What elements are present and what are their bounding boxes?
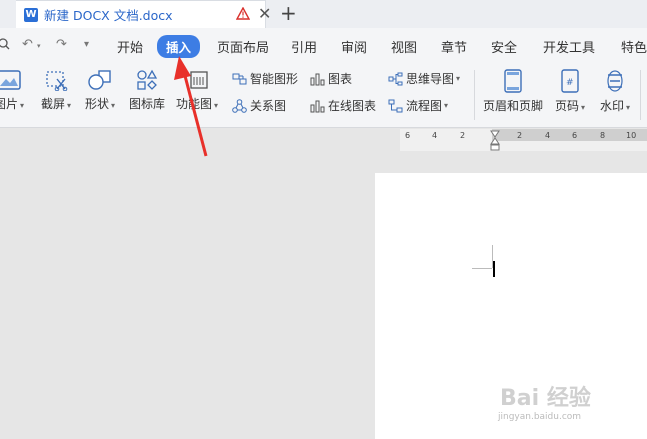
quick-access-dropdown-icon[interactable]: ▾ bbox=[84, 39, 89, 50]
ruler-number: 4 bbox=[432, 131, 438, 140]
tab-bar: W 新建 DOCX 文档.docx ✕ + bbox=[0, 0, 647, 28]
tab-section[interactable]: 章节 bbox=[441, 37, 467, 56]
search-icon[interactable] bbox=[0, 37, 10, 55]
tab-features[interactable]: 特色 bbox=[621, 37, 647, 56]
screenshot-label: 截屏 bbox=[40, 97, 65, 111]
icon-library-button[interactable]: 图标库 bbox=[128, 69, 166, 112]
menu-bar: ↶ ▾ ↷ ▾ 开始 插入 页面布局 引用 审阅 视图 章节 安全 开发工具 特… bbox=[0, 28, 647, 62]
relation-chart-button[interactable]: 关系图 bbox=[232, 97, 286, 114]
tab-page-layout[interactable]: 页面布局 bbox=[217, 37, 269, 56]
icon-library-icon bbox=[137, 69, 158, 90]
baidu-watermark-url: jingyan.baidu.com bbox=[498, 412, 582, 422]
ribbon-divider bbox=[474, 70, 475, 120]
tab-insert[interactable]: 插入 bbox=[157, 35, 201, 58]
relation-chart-label: 关系图 bbox=[250, 99, 287, 113]
screenshot-button[interactable]: 截屏 ▾ bbox=[38, 69, 74, 112]
ruler-number: 6 bbox=[572, 131, 578, 140]
tab-review[interactable]: 审阅 bbox=[341, 37, 367, 56]
online-chart-label: 在线图表 bbox=[328, 99, 377, 113]
shapes-button[interactable]: 形状 ▾ bbox=[82, 69, 118, 112]
watermark-button[interactable]: 水印 ▾ bbox=[597, 69, 633, 114]
tab-security[interactable]: 安全 bbox=[491, 37, 517, 56]
function-chart-label: 功能图 bbox=[176, 97, 213, 111]
function-chart-icon bbox=[190, 71, 208, 89]
picture-icon bbox=[0, 70, 21, 90]
wps-writer-window: { "tab": { "title": "新建 DOCX 文档.docx", "… bbox=[0, 0, 647, 439]
watermark-icon bbox=[607, 70, 623, 92]
smart-shape-label: 智能图形 bbox=[250, 72, 299, 86]
tab-view[interactable]: 视图 bbox=[391, 37, 417, 56]
redo-icon[interactable]: ↷ bbox=[56, 37, 67, 52]
tab-developer[interactable]: 开发工具 bbox=[543, 37, 595, 56]
insert-picture-button[interactable]: 图片▾ bbox=[0, 69, 26, 112]
close-tab-icon[interactable]: ✕ bbox=[258, 5, 271, 23]
ruler-number: 6 bbox=[405, 131, 411, 140]
undo-icon[interactable]: ↶ bbox=[22, 37, 33, 52]
margin-corner-mark bbox=[472, 268, 492, 269]
header-footer-button[interactable]: 页眉和页脚 bbox=[482, 69, 544, 114]
screenshot-icon bbox=[46, 71, 68, 91]
function-chart-button[interactable]: 功能图 ▾ bbox=[176, 69, 218, 112]
relation-chart-icon bbox=[232, 98, 247, 113]
ruler-number: 8 bbox=[600, 131, 606, 140]
svg-text:#: # bbox=[566, 78, 574, 88]
smart-shape-icon bbox=[232, 73, 247, 84]
picture-label: 图片 bbox=[0, 97, 18, 111]
document-tab-title: 新建 DOCX 文档.docx bbox=[44, 8, 173, 23]
header-footer-icon bbox=[504, 69, 522, 93]
ruler-number: 4 bbox=[545, 131, 551, 140]
tab-start[interactable]: 开始 bbox=[117, 37, 143, 56]
mind-map-icon bbox=[388, 72, 403, 85]
shapes-icon bbox=[88, 70, 111, 90]
flowchart-icon bbox=[388, 99, 403, 112]
watermark-label: 水印 bbox=[599, 99, 624, 113]
wps-writer-icon: W bbox=[24, 7, 38, 22]
header-footer-label: 页眉和页脚 bbox=[482, 99, 543, 113]
page-number-button[interactable]: # 页码 ▾ bbox=[552, 69, 588, 114]
ruler-number: 2 bbox=[460, 131, 466, 140]
online-chart-button[interactable]: 在线图表 bbox=[310, 97, 376, 114]
icon-library-label: 图标库 bbox=[128, 97, 165, 111]
flowchart-label: 流程图 bbox=[406, 99, 443, 113]
mind-map-label: 思维导图 bbox=[406, 72, 455, 86]
ruler-text-area bbox=[492, 129, 647, 141]
tab-references[interactable]: 引用 bbox=[291, 37, 317, 56]
page-number-icon: # bbox=[561, 69, 579, 93]
shapes-label: 形状 bbox=[84, 97, 109, 111]
text-cursor bbox=[493, 261, 495, 277]
document-tab[interactable]: W 新建 DOCX 文档.docx ✕ bbox=[16, 0, 271, 28]
ruler-number: 2 bbox=[517, 131, 523, 140]
new-tab-plus-icon[interactable]: + bbox=[280, 2, 297, 24]
chart-button[interactable]: 图表 bbox=[310, 70, 352, 87]
warning-icon bbox=[235, 6, 251, 23]
online-chart-icon bbox=[310, 100, 325, 112]
ribbon-divider-2 bbox=[640, 70, 641, 120]
ruler-number: 10 bbox=[626, 131, 637, 140]
indent-marker-icon[interactable] bbox=[490, 130, 500, 151]
page-number-label: 页码 bbox=[554, 99, 579, 113]
flowchart-button[interactable]: 流程图 ▾ bbox=[388, 97, 448, 114]
horizontal-ruler[interactable]: 6 4 2 2 4 6 8 10 bbox=[400, 129, 647, 151]
mind-map-button[interactable]: 思维导图 ▾ bbox=[388, 70, 460, 87]
chart-icon bbox=[310, 73, 325, 85]
smart-shape-button[interactable]: 智能图形 bbox=[232, 70, 298, 87]
insert-ribbon: 图片▾ 截屏▾ 形状▾ 图标库 功能图▾ 智能图形 关系图 bbox=[0, 62, 647, 128]
baidu-watermark: Bai 经验 bbox=[500, 386, 591, 411]
chart-label: 图表 bbox=[328, 72, 353, 86]
undo-dropdown-icon[interactable]: ▾ bbox=[37, 42, 41, 50]
